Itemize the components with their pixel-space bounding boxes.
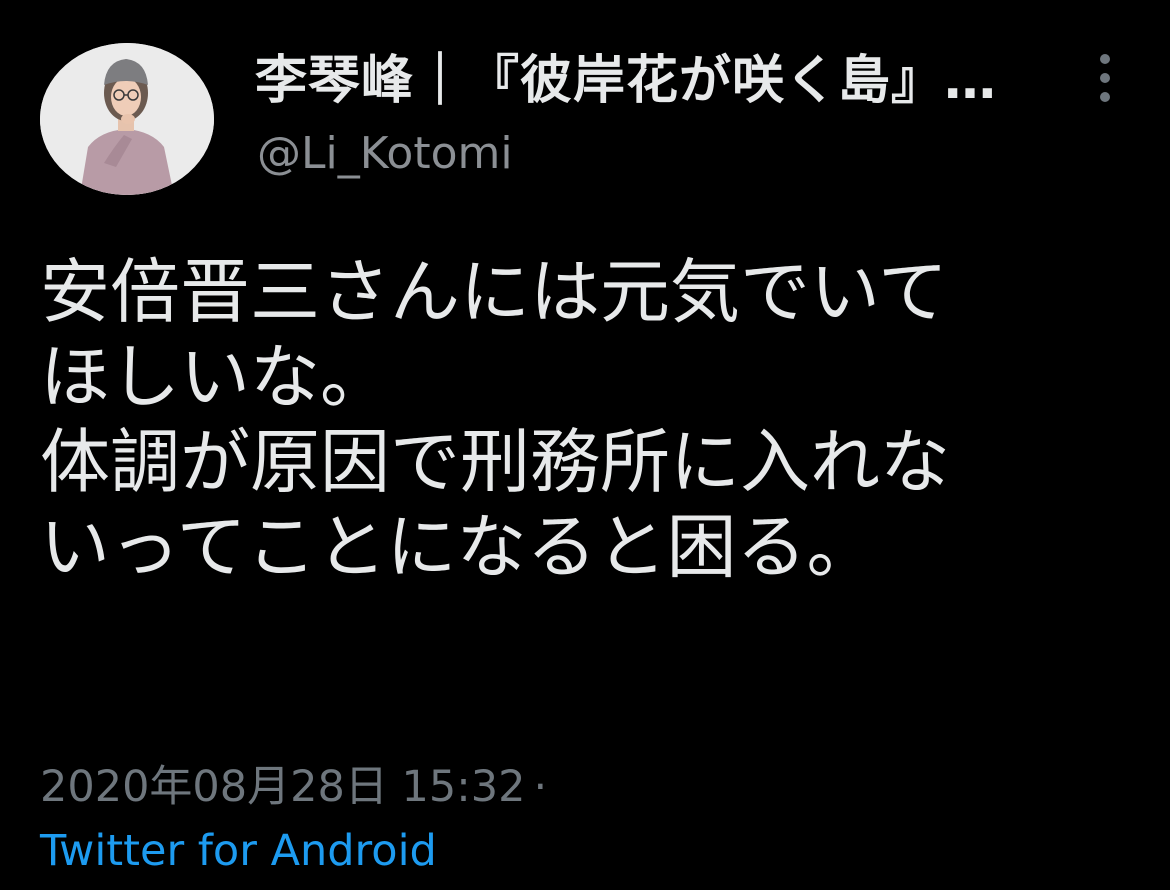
tweet-timestamp[interactable]: 2020年08月28日 15:32 bbox=[40, 762, 525, 812]
tweet-source-link[interactable]: Twitter for Android bbox=[40, 826, 437, 876]
more-options-button[interactable] bbox=[1088, 52, 1122, 104]
author-handle[interactable]: @Li_Kotomi bbox=[257, 128, 513, 179]
avatar-photo-icon bbox=[40, 43, 214, 195]
author-avatar[interactable] bbox=[40, 43, 214, 195]
more-vertical-icon bbox=[1100, 54, 1110, 64]
more-vertical-icon bbox=[1100, 73, 1110, 83]
meta-separator: · bbox=[533, 762, 548, 812]
tweet-card: 李琴峰｜『彼岸花が咲く島』… @Li_Kotomi 安倍晋三さんには元気でいて … bbox=[0, 0, 1170, 890]
tweet-timestamp-row: 2020年08月28日 15:32 · bbox=[40, 752, 547, 814]
tweet-text: 安倍晋三さんには元気でいて ほしいな。 体調が原因で刑務所に入れな いってことに… bbox=[40, 250, 1150, 590]
tweet-text-line: 体調が原因で刑務所に入れな bbox=[40, 421, 950, 503]
author-display-name[interactable]: 李琴峰｜『彼岸花が咲く島』… bbox=[255, 38, 1055, 113]
more-vertical-icon bbox=[1100, 92, 1110, 102]
tweet-text-line: いってことになると困る。 bbox=[40, 506, 877, 588]
tweet-text-line: ほしいな。 bbox=[40, 336, 390, 418]
tweet-text-line: 安倍晋三さんには元気でいて bbox=[40, 251, 948, 333]
